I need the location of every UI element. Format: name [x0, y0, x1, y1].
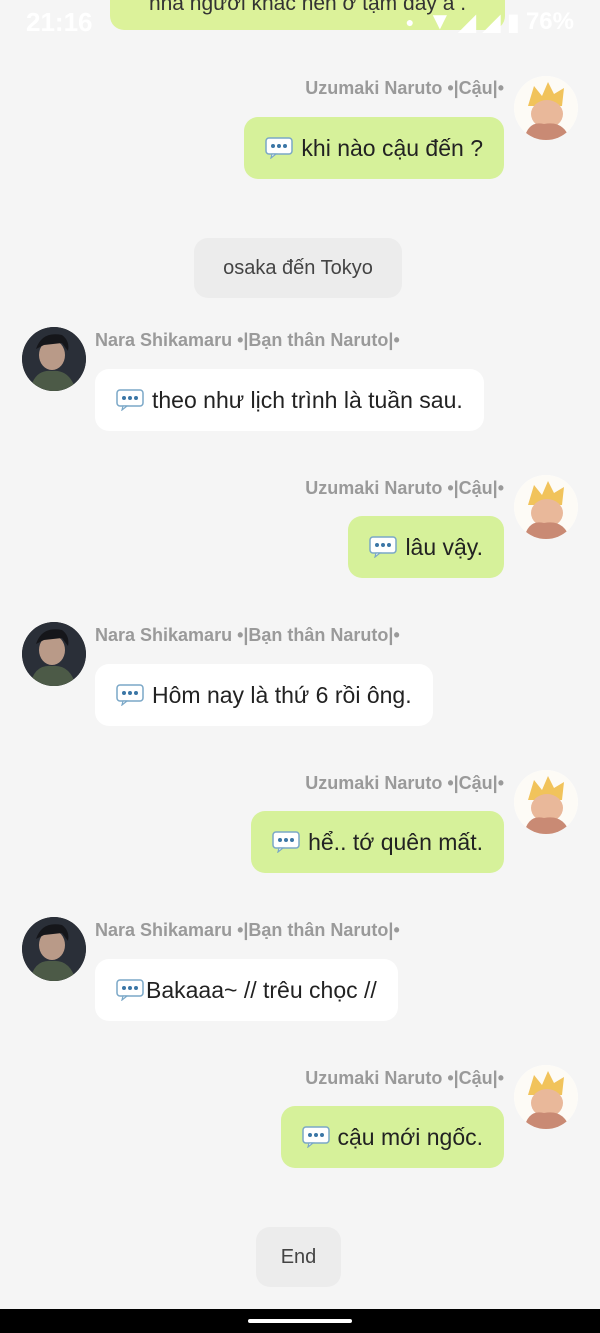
naruto-avatar[interactable]	[514, 1065, 578, 1129]
message-text: khi nào cậu đến ?	[301, 134, 483, 161]
message-text: Hôm nay là thứ 6 rồi ông.	[152, 681, 412, 708]
speech-balloon-icon	[369, 536, 398, 558]
message-text: theo như lịch trình là tuần sau.	[152, 386, 463, 413]
speech-balloon-icon	[116, 389, 144, 411]
sender-name: Nara Shikamaru •|Bạn thân Naruto|•	[95, 920, 400, 940]
end-marker: End	[256, 1227, 341, 1287]
navigation-bar	[0, 1309, 600, 1333]
speech-balloon-icon	[116, 979, 144, 1001]
system-message-text: osaka đến Tokyo	[223, 256, 373, 279]
speech-balloon-icon	[265, 137, 294, 159]
message-text: hể.. tớ quên mất.	[308, 828, 483, 855]
home-indicator[interactable]	[248, 1319, 352, 1323]
message-bubble[interactable]: hể.. tớ quên mất.	[251, 811, 504, 873]
signal-icon: ◢	[457, 8, 477, 36]
sender-name: Uzumaki Naruto •|Cậu|•	[305, 773, 504, 793]
shikamaru-avatar[interactable]	[22, 917, 86, 981]
speech-balloon-icon	[301, 1126, 330, 1148]
naruto-avatar[interactable]	[514, 475, 578, 539]
shikamaru-avatar[interactable]	[22, 622, 86, 686]
sender-name: Nara Shikamaru •|Bạn thân Naruto|•	[95, 625, 400, 645]
message-bubble[interactable]: Hôm nay là thứ 6 rồi ông.	[95, 664, 433, 726]
speech-balloon-icon	[116, 684, 144, 706]
signal-icon-2: ◢	[482, 8, 501, 36]
speech-balloon-icon	[272, 831, 300, 853]
sender-name: Uzumaki Naruto •|Cậu|•	[305, 78, 504, 98]
message-bubble[interactable]: lâu vậy.	[348, 516, 504, 578]
message-bubble[interactable]: khi nào cậu đến ?	[244, 117, 504, 179]
shikamaru-avatar[interactable]	[22, 327, 86, 391]
message-text: cậu mới ngốc.	[337, 1123, 483, 1150]
end-text: End	[280, 1245, 317, 1268]
battery-percent: 76%	[525, 8, 574, 35]
sender-name: Uzumaki Naruto •|Cậu|•	[305, 1068, 504, 1088]
sender-name: Uzumaki Naruto •|Cậu|•	[305, 478, 504, 498]
status-icons: ● ▼ ◢ ◢ ▮ 76%	[406, 8, 574, 37]
status-time: 21:16	[26, 6, 93, 37]
message-text: Bakaaa~ // trêu chọc //	[146, 976, 377, 1003]
message-bubble[interactable]: Bakaaa~ // trêu chọc //	[95, 959, 398, 1021]
message-text: lâu vậy.	[405, 533, 483, 560]
message-bubble[interactable]: theo như lịch trình là tuần sau.	[95, 369, 484, 431]
message-bubble[interactable]: cậu mới ngốc.	[280, 1106, 504, 1168]
naruto-avatar[interactable]	[514, 76, 578, 140]
status-bar: 21:16 ● ▼ ◢ ◢ ▮ 76%	[0, 0, 600, 44]
system-message: osaka đến Tokyo	[194, 238, 402, 298]
sender-name: Nara Shikamaru •|Bạn thân Naruto|•	[95, 330, 400, 350]
wifi-icon: ▼	[428, 8, 452, 35]
notification-dot-icon: ●	[405, 14, 415, 30]
naruto-avatar[interactable]	[514, 770, 578, 834]
battery-icon: ▮	[506, 8, 520, 36]
